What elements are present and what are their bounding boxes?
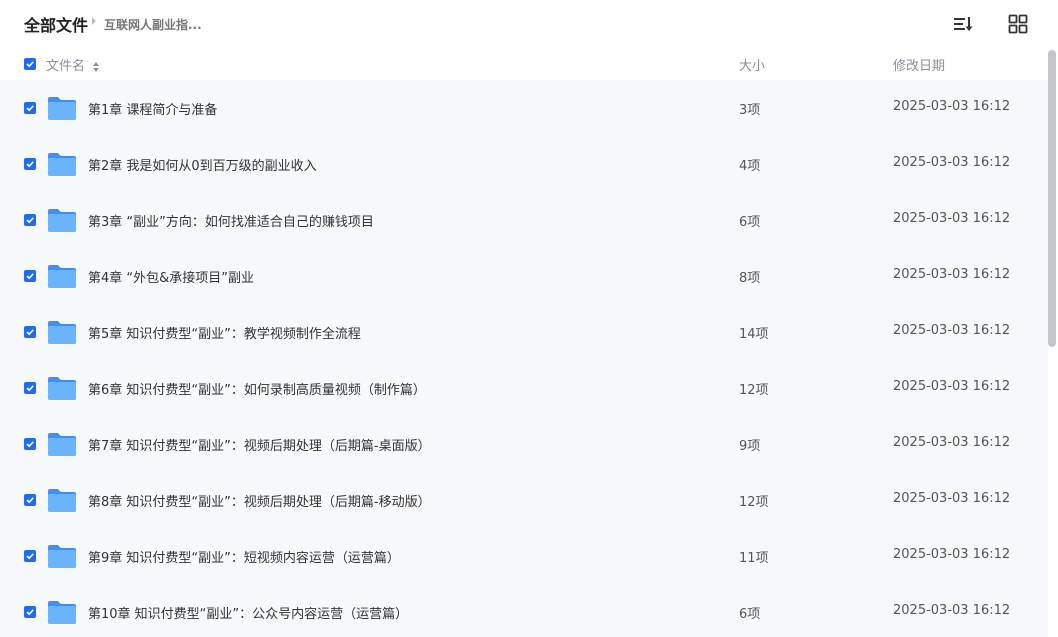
file-size: 4项 (739, 159, 761, 174)
row-checkbox[interactable] (24, 326, 36, 338)
file-size: 12项 (739, 383, 769, 398)
breadcrumb-root[interactable]: 全部文件 (24, 12, 88, 36)
file-modified-date: 2025-03-03 16:12 (893, 323, 1011, 338)
select-all-checkbox[interactable] (24, 58, 36, 70)
file-modified-date: 2025-03-03 16:12 (893, 379, 1011, 394)
file-name[interactable]: 第3章 “副业”方向：如何找准适合自己的赚钱项目 (88, 211, 374, 230)
file-modified-date: 2025-03-03 16:12 (893, 603, 1011, 618)
table-row[interactable]: 第4章 “外包&承接项目”副业 8项 2025-03-03 16:12 (0, 248, 1048, 304)
file-modified-date: 2025-03-03 16:12 (893, 547, 1011, 562)
file-size: 9项 (739, 439, 761, 454)
sort-list-icon[interactable] (951, 12, 975, 36)
file-modified-date: 2025-03-03 16:12 (893, 491, 1011, 506)
table-row[interactable]: 第8章 知识付费型“副业”：视频后期处理（后期篇-移动版） 12项 2025-03-… (0, 472, 1048, 528)
table-row[interactable]: 第5章 知识付费型“副业”：教学视频制作全流程 14项 2025-03-03 16:… (0, 304, 1048, 360)
file-name[interactable]: 第6章 知识付费型“副业”：如何录制高质量视频（制作篇） (88, 379, 426, 398)
folder-icon (47, 206, 77, 234)
folder-icon (47, 94, 77, 122)
list-header: 文件名 大小 修改日期 (0, 50, 1048, 78)
file-modified-date: 2025-03-03 16:12 (893, 267, 1011, 282)
row-checkbox[interactable] (24, 270, 36, 282)
grid-view-icon[interactable] (1006, 12, 1030, 36)
row-checkbox[interactable] (24, 494, 36, 506)
sort-toggle-icon[interactable] (92, 58, 100, 72)
folder-icon (47, 542, 77, 570)
file-size: 12项 (739, 495, 769, 510)
folder-icon (47, 150, 77, 178)
folder-icon (47, 486, 77, 514)
file-name[interactable]: 第4章 “外包&承接项目”副业 (88, 267, 254, 286)
file-name[interactable]: 第1章 课程简介与准备 (88, 99, 217, 118)
column-header-date[interactable]: 修改日期 (893, 55, 945, 74)
column-header-size[interactable]: 大小 (739, 55, 765, 74)
table-row[interactable]: 第3章 “副业”方向：如何找准适合自己的赚钱项目 6项 2025-03-03 16:… (0, 192, 1048, 248)
row-checkbox[interactable] (24, 438, 36, 450)
folder-icon (47, 374, 77, 402)
folder-icon (47, 598, 77, 626)
file-name[interactable]: 第9章 知识付费型“副业”：短视频内容运营（运营篇） (88, 547, 400, 566)
file-size: 8项 (739, 271, 761, 286)
file-size: 6项 (739, 607, 761, 622)
breadcrumb-current[interactable]: 互联网人副业指... (104, 16, 202, 33)
top-bar: 全部文件 互联网人副业指... (0, 0, 1058, 48)
folder-icon (47, 430, 77, 458)
table-row[interactable]: 第1章 课程简介与准备 3项 2025-03-03 16:12 (0, 80, 1048, 136)
table-row[interactable]: 第10章 知识付费型“副业”：公众号内容运营（运营篇） 6项 2025-03-03 … (0, 584, 1048, 637)
row-checkbox[interactable] (24, 606, 36, 618)
row-checkbox[interactable] (24, 382, 36, 394)
file-name[interactable]: 第10章 知识付费型“副业”：公众号内容运营（运营篇） (88, 603, 408, 622)
file-size: 11项 (739, 551, 769, 566)
file-name[interactable]: 第7章 知识付费型“副业”：视频后期处理（后期篇-桌面版） (88, 435, 431, 454)
row-checkbox[interactable] (24, 158, 36, 170)
breadcrumb-separator-icon (92, 17, 96, 25)
table-row[interactable]: 第6章 知识付费型“副业”：如何录制高质量视频（制作篇） 12项 2025-03-0… (0, 360, 1048, 416)
file-list: 第1章 课程简介与准备 3项 2025-03-03 16:12 第2章 我是如何从0到… (0, 80, 1048, 637)
file-name[interactable]: 第5章 知识付费型“副业”：教学视频制作全流程 (88, 323, 361, 342)
file-size: 14项 (739, 327, 769, 342)
table-row[interactable]: 第7章 知识付费型“副业”：视频后期处理（后期篇-桌面版） 9项 2025-03-0… (0, 416, 1048, 472)
row-checkbox[interactable] (24, 550, 36, 562)
table-row[interactable]: 第9章 知识付费型“副业”：短视频内容运营（运营篇） 11项 2025-03-03 … (0, 528, 1048, 584)
file-modified-date: 2025-03-03 16:12 (893, 155, 1011, 170)
file-modified-date: 2025-03-03 16:12 (893, 211, 1011, 226)
file-name[interactable]: 第2章 我是如何从0到百万级的副业收入 (88, 155, 317, 174)
file-modified-date: 2025-03-03 16:12 (893, 435, 1011, 450)
column-header-name[interactable]: 文件名 (46, 55, 85, 74)
row-checkbox[interactable] (24, 102, 36, 114)
scrollbar-thumb[interactable] (1048, 50, 1056, 347)
folder-icon (47, 262, 77, 290)
row-checkbox[interactable] (24, 214, 36, 226)
table-row[interactable]: 第2章 我是如何从0到百万级的副业收入 4项 2025-03-03 16:12 (0, 136, 1048, 192)
file-modified-date: 2025-03-03 16:12 (893, 99, 1011, 114)
file-size: 3项 (739, 103, 761, 118)
folder-icon (47, 318, 77, 346)
file-size: 6项 (739, 215, 761, 230)
file-name[interactable]: 第8章 知识付费型“副业”：视频后期处理（后期篇-移动版） (88, 491, 431, 510)
